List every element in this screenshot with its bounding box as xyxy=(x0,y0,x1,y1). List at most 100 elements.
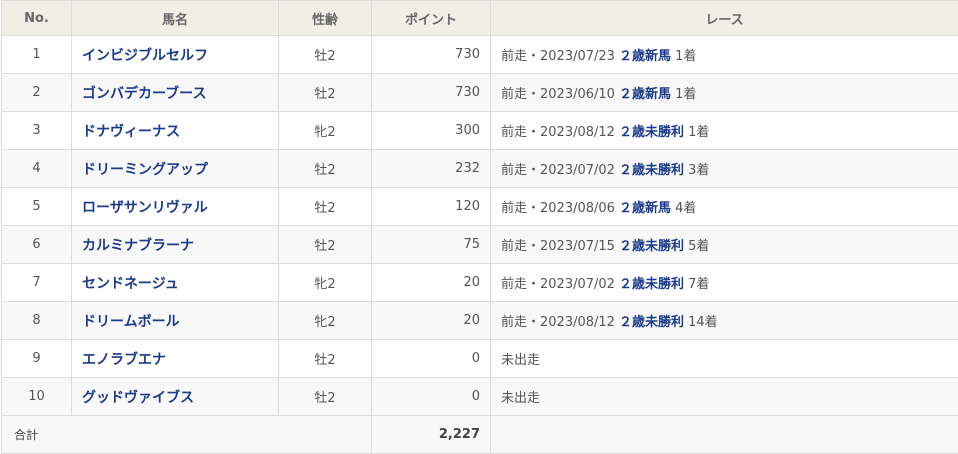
horse-name-link[interactable]: グッドヴァイブス xyxy=(82,390,194,406)
row-sex-age: 牝2 xyxy=(279,112,372,150)
race-prefix: 前走・2023/07/23 xyxy=(501,49,615,64)
row-point: 20 xyxy=(372,302,491,340)
race-link[interactable]: ２歳未勝利 xyxy=(619,163,684,178)
row-race: 前走・2023/08/12２歳未勝利 1着 xyxy=(491,112,958,150)
race-prefix: 未出走 xyxy=(501,353,540,368)
horse-name-link[interactable]: ドリームボール xyxy=(82,314,180,330)
horse-name-link[interactable]: カルミナブラーナ xyxy=(82,238,194,254)
row-point: 300 xyxy=(372,112,491,150)
horse-name-link[interactable]: ドリーミングアップ xyxy=(82,162,208,178)
race-prefix: 前走・2023/07/02 xyxy=(501,163,615,178)
row-no: 6 xyxy=(2,226,72,264)
horse-name-link[interactable]: ローザサンリヴァル xyxy=(82,200,208,216)
row-sex-age: 牡2 xyxy=(279,188,372,226)
row-race: 前走・2023/08/06 ２歳新馬 4着 xyxy=(491,188,958,226)
row-no: 2 xyxy=(2,74,72,112)
row-sex-age: 牝2 xyxy=(279,302,372,340)
table-row: 10グッドヴァイブス牡20未出走 xyxy=(2,378,958,416)
row-race: 前走・2023/07/15 ２歳未勝利 5着 xyxy=(491,226,958,264)
race-link[interactable]: ２歳未勝利 xyxy=(619,277,684,292)
row-point: 730 xyxy=(372,36,491,74)
row-race: 未出走 xyxy=(491,378,958,416)
table-row: 2 ゴンバデカーブース 牡2730 前走・2023/06/10 ２歳新馬 1着 xyxy=(2,74,958,112)
row-no: 9 xyxy=(2,340,72,378)
table-row: 1インビジブルセルフ牡2730前走・2023/07/23２歳新馬 1着 xyxy=(2,36,958,74)
row-sex-age: 牡2 xyxy=(279,378,372,416)
race-prefix: 前走・2023/07/15 xyxy=(501,239,615,254)
race-prefix: 前走・2023/08/12 xyxy=(501,315,615,330)
row-race: 前走・2023/06/10 ２歳新馬 1着 xyxy=(491,74,958,112)
table-body: 1インビジブルセルフ牡2730前走・2023/07/23２歳新馬 1着2ゴンバデ… xyxy=(2,36,958,416)
horse-name-link[interactable]: インビジブルセルフ xyxy=(82,48,208,64)
horse-name-cell: グッドヴァイブス xyxy=(72,378,279,416)
total-label: 合計 xyxy=(2,416,372,454)
row-no: 3 xyxy=(2,112,72,150)
header-point: ポイント xyxy=(372,1,491,36)
row-sex-age: 牡2 xyxy=(279,150,372,188)
table-row: 6 カルミナブラーナ 牡275 前走・2023/07/15 ２歳未勝利 5着 xyxy=(2,226,958,264)
row-sex-age: 牡2 xyxy=(279,340,372,378)
row-race: 前走・2023/07/23 ２歳新馬 1着 xyxy=(491,36,958,74)
row-point: 0 xyxy=(372,378,491,416)
table-row: 3 ドナヴィーナス 牝2300前走・2023/08/12２歳未勝利 1着 xyxy=(2,112,958,150)
table-header: No. 馬名 性齢 ポイント レース xyxy=(2,1,958,36)
horse-name-link[interactable]: ドナヴィーナス xyxy=(82,124,180,140)
race-link[interactable]: ２歳未勝利 xyxy=(619,239,684,254)
row-sex-age: 牝2 xyxy=(279,264,372,302)
race-prefix: 前走・2023/07/02 xyxy=(501,277,615,292)
row-no: 8 xyxy=(2,302,72,340)
race-finish: 1着 xyxy=(675,49,696,64)
header-no: No. xyxy=(2,1,72,36)
row-sex-age: 牡2 xyxy=(279,226,372,264)
row-point: 75 xyxy=(372,226,491,264)
total-value: 2,227 xyxy=(372,416,491,454)
row-no: 1 xyxy=(2,36,72,74)
race-link[interactable]: ２歳未勝利 xyxy=(619,125,684,140)
race-link[interactable]: ２歳新馬 xyxy=(619,201,671,216)
race-finish: 3着 xyxy=(688,163,709,178)
horse-name-cell: ローザサンリヴァル xyxy=(72,188,279,226)
table-row: 8 ドリームボール 牝220 前走・2023/08/12 ２歳未勝利 14着 xyxy=(2,302,958,340)
race-link[interactable]: ２歳新馬 xyxy=(619,49,671,64)
race-finish: 5着 xyxy=(688,239,709,254)
horse-points-table: No. 馬名 性齢 ポイント レース 1インビジブルセルフ牡2730前走・202… xyxy=(1,0,958,454)
race-finish: 14着 xyxy=(688,315,718,330)
table-row: 4 ドリーミングアップ 牡2232 前走・2023/07/02 ２歳未勝利 3着 xyxy=(2,150,958,188)
row-no: 4 xyxy=(2,150,72,188)
total-empty-cell xyxy=(491,416,958,454)
horse-name-cell: カルミナブラーナ xyxy=(72,226,279,264)
horse-name-cell: ドナヴィーナス xyxy=(72,112,279,150)
horse-name-link[interactable]: エノラブエナ xyxy=(82,352,166,368)
table-row: 9 エノラブエナ 牡20 未出走 xyxy=(2,340,958,378)
header-sex-age: 性齢 xyxy=(279,1,372,36)
race-finish: 4着 xyxy=(675,201,696,216)
table-row: 5 ローザサンリヴァル 牡2120 前走・2023/08/06 ２歳新馬 4着 xyxy=(2,188,958,226)
horse-name-cell: インビジブルセルフ xyxy=(72,36,279,74)
horse-name-cell: エノラブエナ xyxy=(72,340,279,378)
row-race: 前走・2023/07/02 ２歳未勝利 7着 xyxy=(491,264,958,302)
race-finish: 1着 xyxy=(688,125,709,140)
horse-name-cell: ゴンバデカーブース xyxy=(72,74,279,112)
row-race: 前走・2023/07/02 ２歳未勝利 3着 xyxy=(491,150,958,188)
header-name: 馬名 xyxy=(72,1,279,36)
row-race: 前走・2023/08/12 ２歳未勝利 14着 xyxy=(491,302,958,340)
row-sex-age: 牡2 xyxy=(279,74,372,112)
race-prefix: 前走・2023/06/10 xyxy=(501,87,615,102)
row-point: 730 xyxy=(372,74,491,112)
row-race: 未出走 xyxy=(491,340,958,378)
race-link[interactable]: ２歳新馬 xyxy=(619,87,671,102)
row-point: 20 xyxy=(372,264,491,302)
header-race: レース xyxy=(491,1,958,36)
race-finish: 7着 xyxy=(688,277,709,292)
row-point: 120 xyxy=(372,188,491,226)
horse-name-cell: ドリーミングアップ xyxy=(72,150,279,188)
race-prefix: 前走・2023/08/06 xyxy=(501,201,615,216)
table-footer: 合計 2,227 xyxy=(2,416,958,454)
race-finish: 1着 xyxy=(675,87,696,102)
horse-name-link[interactable]: ゴンバデカーブース xyxy=(82,86,206,102)
race-link[interactable]: ２歳未勝利 xyxy=(619,315,684,330)
row-no: 5 xyxy=(2,188,72,226)
horse-name-link[interactable]: センドネージュ xyxy=(82,276,179,292)
row-point: 232 xyxy=(372,150,491,188)
row-point: 0 xyxy=(372,340,491,378)
